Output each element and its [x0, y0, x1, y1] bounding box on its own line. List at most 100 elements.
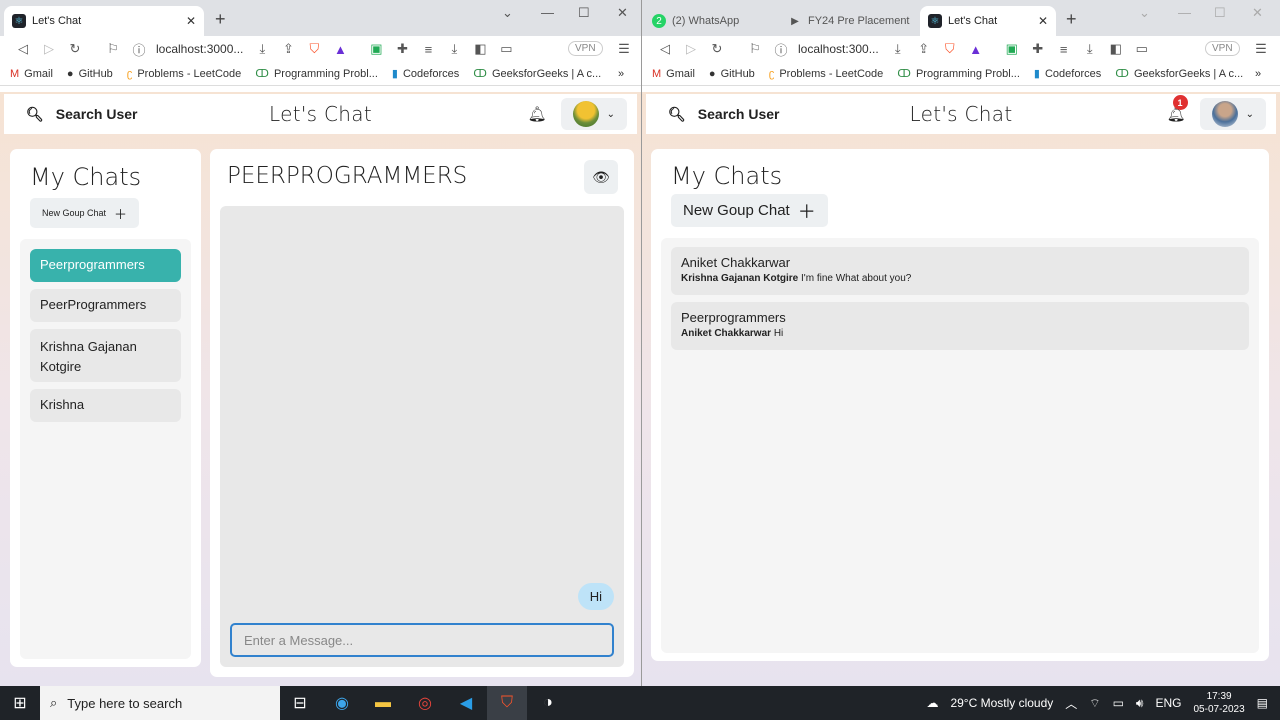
back-icon[interactable]: ◁	[652, 41, 678, 57]
vscode-icon[interactable]: ◀	[446, 686, 486, 720]
profile-menu-button[interactable]: ⌄	[1199, 98, 1266, 130]
edge-icon[interactable]: ◉	[322, 686, 362, 720]
chat-item-krishna[interactable]: Krishna	[30, 389, 181, 422]
bookmark-programming[interactable]: ↀ Programming Probl...	[897, 67, 1020, 81]
search-user-button[interactable]: 🔍︎ Search User	[646, 106, 780, 123]
chat-item-peerprogrammers[interactable]: Peerprogrammers	[30, 249, 181, 282]
close-window-icon[interactable]: ✕	[617, 5, 628, 21]
sidebar-icon[interactable]: ◧	[1103, 41, 1129, 57]
view-profile-button[interactable]: 👁︎	[584, 160, 618, 194]
menu-icon[interactable]: ☰	[1248, 41, 1274, 57]
profile-menu-button[interactable]: ⌄	[560, 98, 627, 130]
chat-item-peerprogrammers[interactable]: Peerprogrammers Aniket Chakkarwar Hi	[671, 302, 1249, 350]
tab-whatsapp[interactable]: 2 (2) WhatsApp	[644, 6, 778, 36]
message-input[interactable]	[230, 623, 614, 657]
wallet-icon[interactable]: ▭	[1129, 41, 1155, 57]
new-group-chat-button[interactable]: New Goup Chat ＋	[30, 198, 140, 228]
maximize-icon[interactable]: ☐	[578, 5, 590, 21]
close-tab-icon[interactable]: ✕	[1038, 14, 1048, 28]
site-info-icon[interactable]: ⓘ	[768, 40, 794, 59]
close-window-icon[interactable]: ✕	[1252, 5, 1263, 21]
bell-icon[interactable]: 🔔︎ 1	[1167, 95, 1188, 123]
downloads-icon[interactable]: ⤓	[441, 41, 467, 57]
downloads-icon[interactable]: ⤓	[1077, 41, 1103, 57]
brave-rewards-icon[interactable]: ▲	[963, 42, 989, 57]
chrome-icon[interactable]: ◎	[405, 686, 445, 720]
bookmark-gfg[interactable]: ↀ GeeksforGeeks | A c...	[1115, 67, 1243, 81]
new-tab-icon[interactable]: +	[1066, 9, 1077, 30]
network-icon[interactable]: ⌔	[1089, 696, 1100, 711]
bell-icon[interactable]: 🔔︎	[528, 105, 547, 123]
battery-icon[interactable]: ▭	[1113, 696, 1124, 710]
chat-item-krishna-gajanan-kotgire[interactable]: Krishna Gajanan Kotgire	[30, 329, 181, 382]
bookmark-leetcode[interactable]: ʗ Problems - LeetCode	[769, 68, 883, 80]
sidebar-icon[interactable]: ◧	[467, 41, 493, 57]
extension-green-icon[interactable]: ▣	[999, 41, 1025, 57]
tab-fy24[interactable]: ▶ FY24 Pre Placement	[780, 6, 920, 36]
chat-item-aniket-chakkarwar[interactable]: Aniket Chakkarwar Krishna Gajanan Kotgir…	[671, 247, 1249, 295]
reload-icon[interactable]: ↻	[62, 41, 88, 57]
playlist-icon[interactable]: ≡	[1051, 42, 1077, 57]
notifications-icon[interactable]: ▤	[1257, 696, 1268, 710]
new-tab-icon[interactable]: +	[215, 9, 226, 30]
volume-icon[interactable]: 🔊︎	[1136, 696, 1144, 711]
minimize-icon[interactable]: —	[541, 5, 554, 20]
extensions-icon[interactable]: ✚	[389, 41, 415, 57]
site-info-icon[interactable]: ⓘ	[126, 40, 152, 59]
file-explorer-icon[interactable]: ▬	[363, 686, 403, 720]
close-tab-icon[interactable]: ✕	[186, 14, 196, 28]
forward-icon[interactable]: ▷	[36, 41, 62, 57]
back-icon[interactable]: ◁	[10, 41, 36, 57]
brave-rewards-icon[interactable]: ▲	[327, 42, 353, 57]
bookmark-gfg[interactable]: ↀ GeeksforGeeks | A c...	[473, 67, 601, 81]
more-bookmarks-icon[interactable]: »	[618, 68, 624, 80]
language-indicator[interactable]: ENG	[1155, 696, 1181, 710]
bookmark-icon[interactable]: ⚐	[100, 41, 126, 57]
install-icon[interactable]: ⤓	[885, 41, 911, 57]
tab-lets-chat[interactable]: ⚛ Let's Chat ✕	[4, 6, 204, 36]
share-icon[interactable]: ⇪	[275, 41, 301, 57]
bookmark-gmail[interactable]: M Gmail	[652, 68, 695, 80]
task-view-icon[interactable]: ⊟	[280, 686, 320, 720]
tab-search-icon[interactable]: ⌄	[1139, 5, 1150, 21]
install-icon[interactable]: ⤓	[249, 41, 275, 57]
bookmark-leetcode[interactable]: ʗ Problems - LeetCode	[127, 68, 241, 80]
maximize-icon[interactable]: ☐	[1214, 5, 1226, 21]
brave-shield-icon[interactable]: ⛉	[937, 41, 963, 57]
weather-text[interactable]: 29°C Mostly cloudy	[950, 696, 1053, 710]
taskbar-search[interactable]: ⌕ Type here to search	[40, 686, 280, 720]
search-user-button[interactable]: 🔍︎ Search User	[4, 106, 138, 123]
new-group-chat-button[interactable]: New Goup Chat ＋	[671, 194, 828, 227]
playlist-icon[interactable]: ≡	[415, 42, 441, 57]
address-bar[interactable]: localhost:300...	[798, 42, 879, 56]
extensions-icon[interactable]: ✚	[1025, 41, 1051, 57]
windows-start-icon[interactable]: ⊞	[0, 686, 40, 720]
bookmark-gmail[interactable]: M Gmail	[10, 68, 53, 80]
share-icon[interactable]: ⇪	[911, 41, 937, 57]
tab-lets-chat[interactable]: ⚛ Let's Chat ✕	[920, 6, 1056, 36]
clock[interactable]: 17:39 05-07-2023	[1194, 690, 1245, 716]
browser-toolbar: ◁ ▷ ↻ ⚐ ⓘ localhost:300... ⤓ ⇪ ⛉ ▲ ▣ ✚ ≡…	[642, 36, 1280, 62]
reload-icon[interactable]: ↻	[704, 41, 730, 57]
menu-icon[interactable]: ☰	[611, 41, 637, 57]
minimize-icon[interactable]: —	[1178, 5, 1191, 20]
brave-shield-icon[interactable]: ⛉	[301, 41, 327, 57]
vpn-button[interactable]: VPN	[1205, 41, 1240, 56]
address-bar[interactable]: localhost:3000...	[156, 42, 243, 56]
wallet-icon[interactable]: ▭	[493, 41, 519, 57]
bookmark-icon[interactable]: ⚐	[742, 41, 768, 57]
extension-green-icon[interactable]: ▣	[363, 41, 389, 57]
bookmark-programming[interactable]: ↀ Programming Probl...	[255, 67, 378, 81]
brave-icon[interactable]: ⛉	[487, 686, 527, 720]
tab-search-icon[interactable]: ⌄	[502, 5, 513, 21]
bookmark-github[interactable]: ● GitHub	[709, 68, 755, 80]
app-icon[interactable]: ◑	[528, 686, 568, 720]
bookmark-codeforces[interactable]: ▮ Codeforces	[392, 67, 459, 81]
bookmark-github[interactable]: ● GitHub	[67, 68, 113, 80]
chat-item-peerprogrammers-2[interactable]: PeerProgrammers	[30, 289, 181, 322]
forward-icon[interactable]: ▷	[678, 41, 704, 57]
bookmark-codeforces[interactable]: ▮ Codeforces	[1034, 67, 1101, 81]
vpn-button[interactable]: VPN	[568, 41, 603, 56]
more-bookmarks-icon[interactable]: »	[1255, 68, 1261, 80]
chevron-up-icon[interactable]: ︿	[1065, 695, 1077, 712]
